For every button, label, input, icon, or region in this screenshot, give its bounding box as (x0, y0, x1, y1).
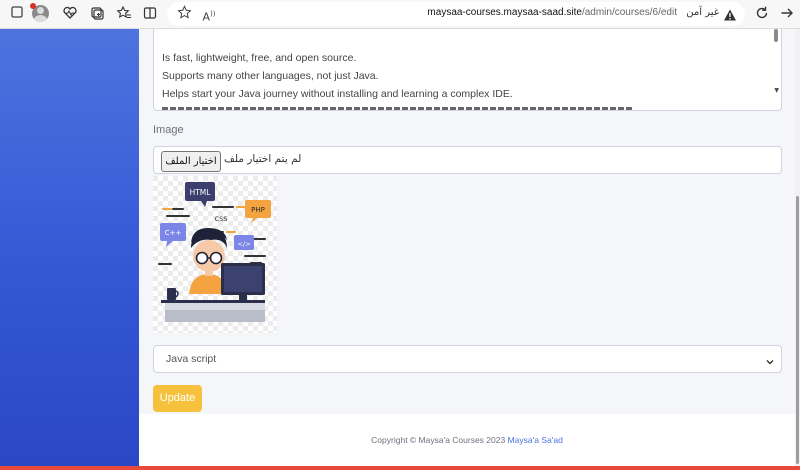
insecure-label[interactable]: غير آمن (686, 7, 719, 18)
admin-sidebar (0, 29, 139, 470)
image-file-input[interactable]: اختيار الملف لم يتم اختيار ملف (153, 146, 782, 174)
square-icon[interactable] (8, 5, 26, 23)
notification-dot (30, 3, 36, 9)
copyright-text: Copyright © Maysa'a Courses 2023 (371, 435, 506, 445)
php-tag: PHP (251, 206, 265, 214)
description-line: Helps start your Java journey without in… (162, 88, 513, 100)
page-scroll-thumb[interactable] (796, 196, 799, 464)
textarea-scroll-thumb[interactable] (774, 29, 778, 42)
footer-text: Copyright © Maysa'a Courses 2023 Maysa'a… (139, 435, 795, 445)
update-button[interactable]: Update (153, 385, 202, 412)
cpp-tag: C++ (165, 229, 182, 237)
code-tag: </> (237, 240, 250, 248)
browser-toolbar: A)) maysaa-courses.maysaa-saad.site/admi… (0, 0, 800, 29)
bottom-accent-line (0, 466, 800, 470)
scroll-down-icon[interactable]: ▼ (774, 87, 779, 94)
read-aloud-icon[interactable]: A)) (200, 5, 218, 24)
file-status-text: لم يتم اختيار ملف (224, 153, 302, 165)
split-screen-icon[interactable] (141, 5, 159, 23)
favorites-icon[interactable] (115, 5, 133, 23)
heart-pulse-icon[interactable] (61, 5, 79, 23)
css-tag: CSS (215, 215, 228, 223)
description-textarea[interactable]: Is fast, lightweight, free, and open sou… (153, 29, 782, 111)
description-line-cutoff (162, 105, 632, 110)
description-line: Supports many other languages, not just … (162, 70, 379, 82)
refresh-icon[interactable] (753, 5, 771, 23)
warning-icon[interactable] (723, 7, 737, 21)
course-image-preview: HTML CSS PHP C++ </> (153, 176, 277, 333)
forward-icon[interactable] (778, 5, 796, 23)
address-bar[interactable]: A)) maysaa-courses.maysaa-saad.site/admi… (167, 2, 745, 26)
author-link[interactable]: Maysa'a Sa'ad (508, 435, 563, 445)
chevron-down-icon (765, 353, 775, 365)
category-select[interactable]: Java script (153, 345, 782, 373)
description-line: Is fast, lightweight, free, and open sou… (162, 52, 357, 64)
url-host: maysaa-courses.maysaa-saad.site (427, 7, 582, 18)
url-path: /admin/courses/6/edit (581, 7, 677, 18)
url-text[interactable]: maysaa-courses.maysaa-saad.site/admin/co… (427, 7, 677, 18)
resize-handle-icon[interactable] (773, 102, 780, 109)
collections-icon[interactable] (88, 5, 106, 23)
choose-file-button[interactable]: اختيار الملف (161, 151, 221, 172)
page-footer: Copyright © Maysa'a Courses 2023 Maysa'a… (139, 414, 795, 466)
star-icon[interactable] (175, 5, 193, 23)
image-field-label: Image (153, 124, 184, 136)
category-selected-value: Java script (166, 353, 217, 365)
html-tag: HTML (190, 188, 212, 197)
